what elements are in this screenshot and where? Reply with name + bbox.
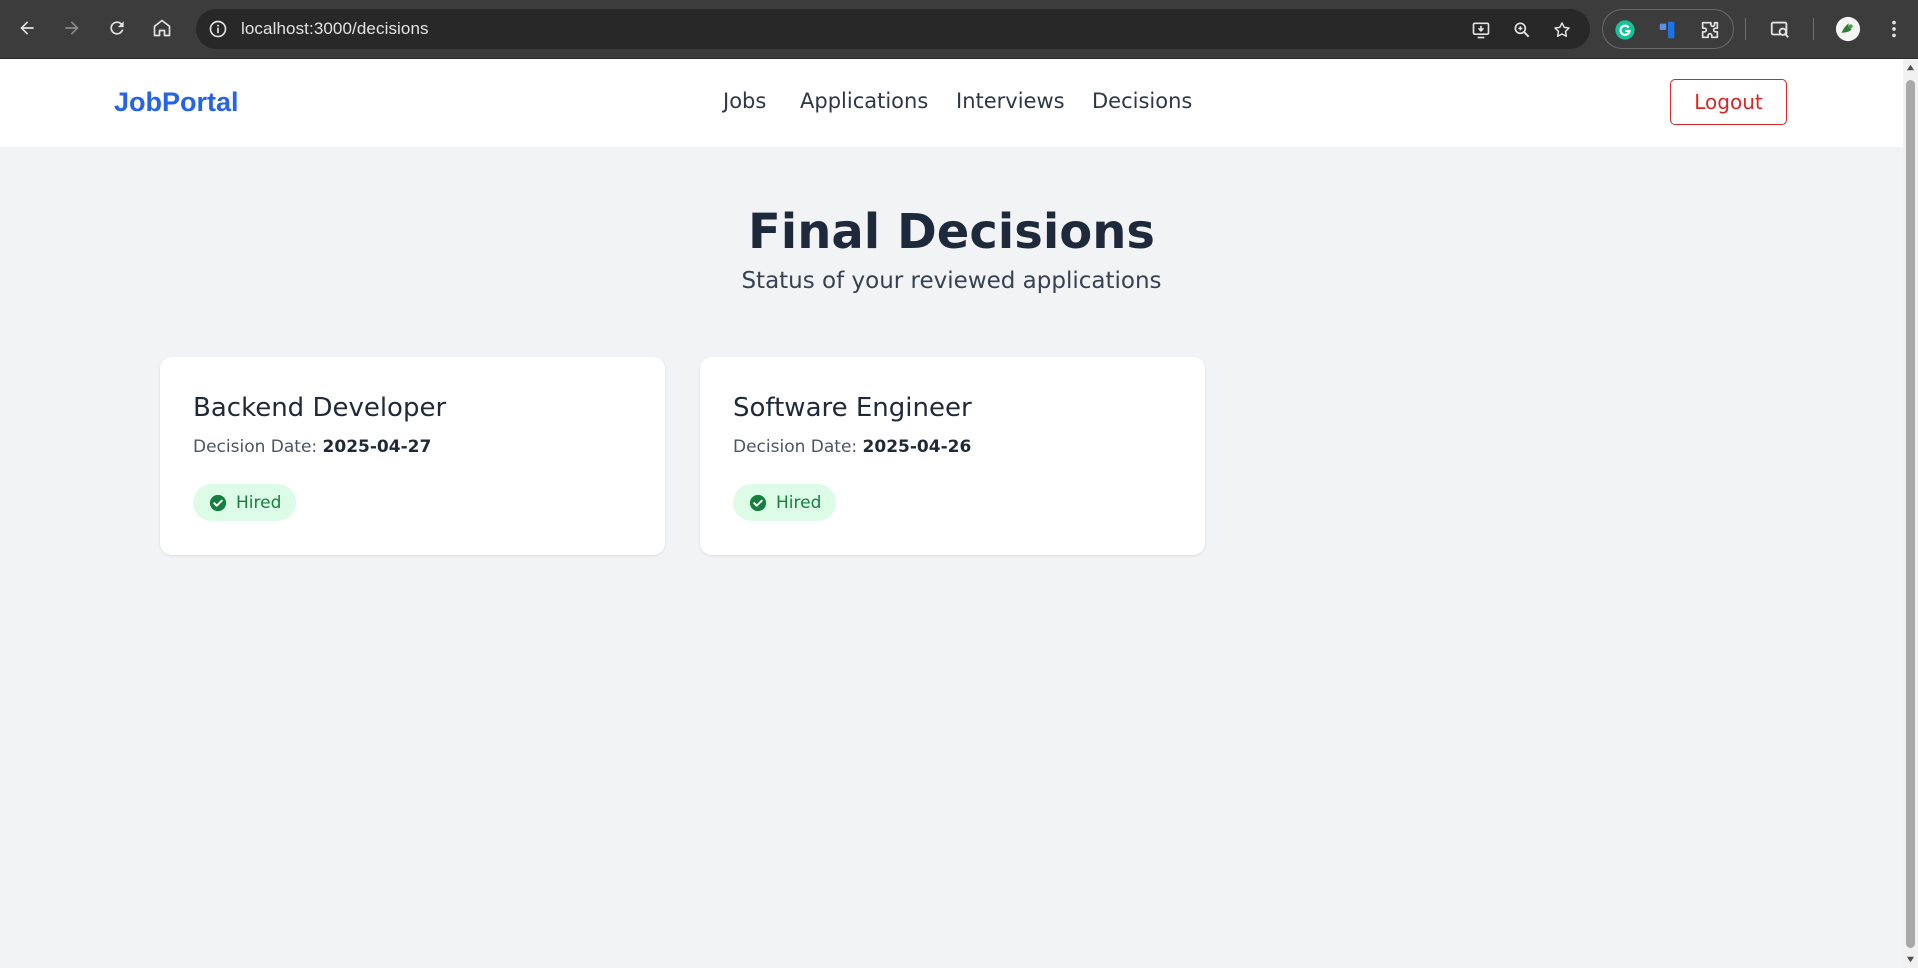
home-icon [153, 19, 171, 37]
decision-card: Software Engineer Decision Date: 2025-04… [700, 357, 1205, 555]
forward-button[interactable] [56, 12, 88, 44]
decision-date-label: Decision Date: [733, 437, 858, 457]
grammarly-extension-button[interactable] [1612, 17, 1638, 43]
site-info-button[interactable] [206, 17, 230, 41]
toolbar-separator [1745, 18, 1746, 40]
check-circle-icon [209, 494, 227, 512]
scroll-down-arrow-icon[interactable] [1906, 955, 1915, 964]
tab-search-icon [1770, 21, 1789, 38]
app-header: JobPortal Jobs Applications Interviews D… [0, 59, 1903, 147]
star-icon [1554, 22, 1570, 37]
reload-button[interactable] [101, 12, 133, 44]
status-label: Hired [236, 492, 282, 513]
kebab-menu-icon [1892, 20, 1896, 38]
extensions-group [1602, 9, 1734, 49]
trello-extension-button[interactable] [1655, 17, 1681, 43]
status-label: Hired [776, 492, 822, 513]
reload-icon [110, 21, 124, 35]
page-title: Final Decisions [747, 204, 1155, 260]
nav-link-interviews[interactable]: Interviews [956, 89, 1065, 113]
trello-icon [1659, 21, 1675, 39]
home-button[interactable] [146, 12, 178, 44]
nav-link-decisions[interactable]: Decisions [1092, 89, 1192, 113]
url-text[interactable]: localhost:3000/decisions [241, 19, 429, 39]
decision-date: Decision Date: 2025-04-27 [193, 437, 431, 457]
job-title: Backend Developer [193, 393, 447, 423]
decision-date-value: 2025-04-27 [322, 437, 432, 457]
status-badge: Hired [733, 484, 837, 521]
zoom-icon [1514, 22, 1530, 38]
scroll-up-arrow-icon[interactable] [1906, 63, 1915, 72]
extensions-button[interactable] [1697, 17, 1723, 43]
forward-arrow-icon [65, 21, 79, 35]
info-icon [209, 20, 227, 38]
decision-date: Decision Date: 2025-04-26 [733, 437, 971, 457]
nav-link-jobs[interactable]: Jobs [723, 89, 766, 113]
page-scrollbar[interactable] [1903, 59, 1918, 968]
status-badge: Hired [193, 484, 297, 521]
nav-link-applications[interactable]: Applications [800, 89, 928, 113]
browser-chrome: localhost:3000/decisions [0, 0, 1918, 59]
decision-card: Backend Developer Decision Date: 2025-04… [160, 357, 665, 555]
back-arrow-icon [20, 21, 34, 35]
avatar-icon [1835, 16, 1861, 42]
toolbar-separator [1813, 18, 1814, 40]
install-icon [1472, 22, 1490, 39]
scroll-thumb[interactable] [1906, 80, 1915, 948]
chrome-menu-button[interactable] [1880, 15, 1908, 43]
tab-search-button[interactable] [1766, 15, 1794, 43]
bookmark-button[interactable] [1549, 17, 1575, 43]
decision-date-value: 2025-04-26 [862, 437, 972, 457]
check-circle-icon [749, 494, 767, 512]
decision-date-label: Decision Date: [193, 437, 318, 457]
profile-button[interactable] [1834, 15, 1862, 43]
back-button[interactable] [11, 12, 43, 44]
zoom-button[interactable] [1509, 17, 1535, 43]
brand-logo-link[interactable]: JobPortal [114, 87, 239, 118]
puzzle-icon [1701, 21, 1719, 39]
page-subtitle: Status of your reviewed applications [741, 268, 1162, 294]
address-bar[interactable]: localhost:3000/decisions [196, 9, 1590, 49]
job-title: Software Engineer [733, 393, 972, 423]
grammarly-icon [1615, 20, 1635, 40]
logout-button[interactable]: Logout [1670, 79, 1787, 125]
install-app-button[interactable] [1468, 17, 1494, 43]
